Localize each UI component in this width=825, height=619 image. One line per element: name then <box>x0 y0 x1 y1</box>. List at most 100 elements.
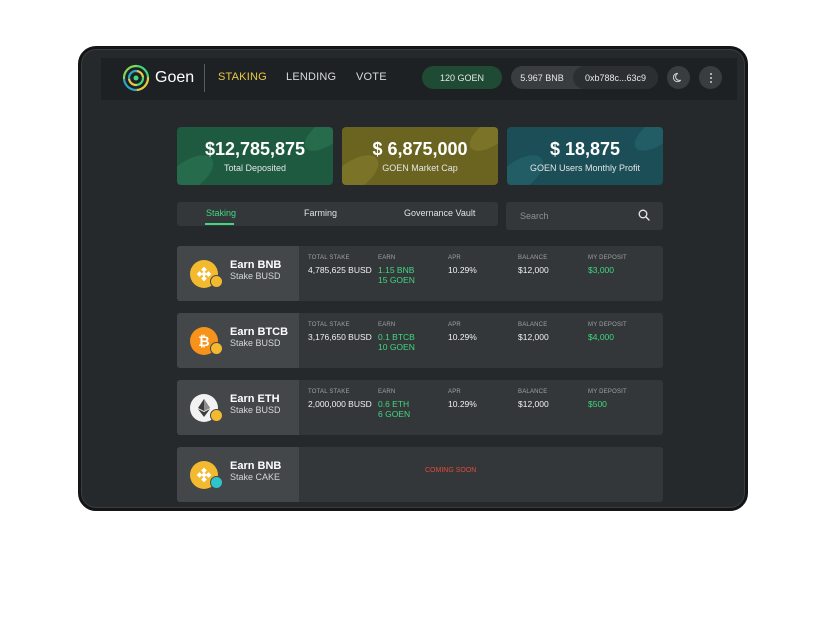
pool-row[interactable]: ₿ Earn BTCB Stake BUSD TOTAL STAKE 3,176,… <box>177 313 663 368</box>
balance-column: BALANCE $12,000 <box>518 389 549 409</box>
total-stake-value: 3,176,650 BUSD <box>308 332 372 342</box>
column-header: APR <box>448 322 461 328</box>
pool-title: Earn BNB <box>230 460 282 472</box>
balance-column: BALANCE $12,000 <box>518 255 549 275</box>
pool-title: Earn BTCB <box>230 326 289 338</box>
earn-column: EARN 0.6 ETH 6 GOEN <box>378 389 410 419</box>
total-stake-value: 4,785,625 BUSD <box>308 265 372 275</box>
apr-value: 10.29% <box>448 265 477 275</box>
balance-value: $12,000 <box>518 332 549 342</box>
earn-value: 0.6 ETH <box>378 399 410 409</box>
my-deposit-column: MY DEPOSIT $3,000 <box>588 255 627 275</box>
pool-header: Earn BNB Stake BUSD <box>177 246 299 301</box>
earn-value: 1.15 BNB <box>378 265 415 275</box>
nav-lending[interactable]: LENDING <box>286 71 336 83</box>
wallet-pill[interactable]: 5.967 BNB 0xb788c...63c9 <box>511 66 658 89</box>
more-vertical-icon <box>709 72 712 83</box>
total-stake-value: 2,000,000 BUSD <box>308 399 372 409</box>
pool-header: ₿ Earn BTCB Stake BUSD <box>177 313 299 368</box>
earn-value: 10 GOEN <box>378 342 415 352</box>
apr-column: APR 10.29% <box>448 389 477 409</box>
stat-card-total-deposited: $12,785,875 Total Deposited <box>177 127 333 185</box>
pool-subtitle: Stake BUSD <box>230 271 281 281</box>
stat-card-market-cap: $ 6,875,000 GOEN Market Cap <box>342 127 498 185</box>
header-divider <box>204 64 205 92</box>
balance-value: $12,000 <box>518 399 549 409</box>
apr-value: 10.29% <box>448 332 477 342</box>
goen-logo-icon[interactable] <box>121 63 151 93</box>
top-navigation-bar: Goen STAKING LENDING VOTE 120 GOEN 5.967… <box>101 58 737 100</box>
column-header: EARN <box>378 322 396 328</box>
search-input[interactable]: Search <box>506 202 663 230</box>
column-header: TOTAL STAKE <box>308 389 350 395</box>
my-deposit-value: $3,000 <box>588 265 614 275</box>
pool-subtitle: Stake BUSD <box>230 405 281 415</box>
pool-title: Earn BNB <box>230 259 282 271</box>
pool-row[interactable]: Earn BNB Stake BUSD TOTAL STAKE 4,785,625… <box>177 246 663 301</box>
column-header: BALANCE <box>518 255 548 261</box>
earn-column: EARN 1.15 BNB 15 GOEN <box>378 255 415 285</box>
stat-value: $ 18,875 <box>549 139 621 159</box>
column-header: BALANCE <box>518 322 548 328</box>
busd-icon <box>210 409 223 422</box>
goen-balance-button[interactable]: 120 GOEN <box>422 66 502 89</box>
stat-value: $ 6,875,000 <box>372 139 468 159</box>
pool-subtitle: Stake CAKE <box>230 472 281 482</box>
more-menu-button[interactable] <box>699 66 722 89</box>
nav-staking[interactable]: STAKING <box>218 71 267 83</box>
theme-toggle-button[interactable] <box>667 66 690 89</box>
column-header: TOTAL STAKE <box>308 322 350 328</box>
balance-column: BALANCE $12,000 <box>518 322 549 342</box>
pool-subtitle: Stake BUSD <box>230 338 281 348</box>
pool-tabs: Staking Farming Governance Vault <box>177 202 498 226</box>
my-deposit-value: $4,000 <box>588 332 614 342</box>
coming-soon-label: COMING SOON <box>425 467 477 474</box>
column-header: APR <box>448 389 461 395</box>
column-header: BALANCE <box>518 389 548 395</box>
busd-icon <box>210 275 223 288</box>
earn-column: EARN 0.1 BTCB 10 GOEN <box>378 322 415 352</box>
column-header: MY DEPOSIT <box>588 255 627 261</box>
my-deposit-column: MY DEPOSIT $4,000 <box>588 322 627 342</box>
pool-header: Earn ETH Stake BUSD <box>177 380 299 435</box>
tab-farming[interactable]: Farming <box>304 208 337 218</box>
app-window: Goen STAKING LENDING VOTE 120 GOEN 5.967… <box>78 46 748 511</box>
bnb-balance: 5.967 BNB <box>520 72 564 83</box>
tab-governance-vault[interactable]: Governance Vault <box>404 208 475 218</box>
earn-value: 15 GOEN <box>378 275 415 285</box>
total-stake-column: TOTAL STAKE 3,176,650 BUSD <box>308 322 372 342</box>
pool-header: Earn BNB Stake CAKE <box>177 447 299 502</box>
balance-value: $12,000 <box>518 265 549 275</box>
earn-value: 0.1 BTCB <box>378 332 415 342</box>
pool-title: Earn ETH <box>230 393 280 405</box>
brand-name: Goen <box>155 69 195 86</box>
active-tab-indicator <box>205 223 234 225</box>
moon-icon <box>673 72 682 83</box>
total-stake-column: TOTAL STAKE 2,000,000 BUSD <box>308 389 372 409</box>
my-deposit-value: $500 <box>588 399 607 409</box>
stat-card-monthly-profit: $ 18,875 GOEN Users Monthly Profit <box>507 127 663 185</box>
cake-icon <box>210 476 223 489</box>
column-header: MY DEPOSIT <box>588 389 627 395</box>
column-header: MY DEPOSIT <box>588 322 627 328</box>
column-header: EARN <box>378 255 396 261</box>
stat-label: GOEN Users Monthly Profit <box>529 163 641 173</box>
search-icon[interactable] <box>638 209 650 221</box>
apr-column: APR 10.29% <box>448 322 477 342</box>
stat-label: GOEN Market Cap <box>382 163 458 173</box>
column-header: TOTAL STAKE <box>308 255 350 261</box>
tab-staking[interactable]: Staking <box>206 208 236 218</box>
earn-value: 6 GOEN <box>378 409 411 419</box>
search-placeholder: Search <box>520 211 549 221</box>
column-header: APR <box>448 255 461 261</box>
stat-value: $12,785,875 <box>204 139 306 159</box>
svg-text:₿: ₿ <box>198 333 209 349</box>
column-header: EARN <box>378 389 396 395</box>
nav-vote[interactable]: VOTE <box>356 71 387 83</box>
apr-value: 10.29% <box>448 399 477 409</box>
my-deposit-column: MY DEPOSIT $500 <box>588 389 627 409</box>
pool-row[interactable]: Earn ETH Stake BUSD TOTAL STAKE 2,000,000… <box>177 380 663 435</box>
pool-row-coming-soon[interactable]: Earn BNB Stake CAKE COMING SOON <box>177 447 663 502</box>
apr-column: APR 10.29% <box>448 255 477 275</box>
total-stake-column: TOTAL STAKE 4,785,625 BUSD <box>308 255 372 275</box>
